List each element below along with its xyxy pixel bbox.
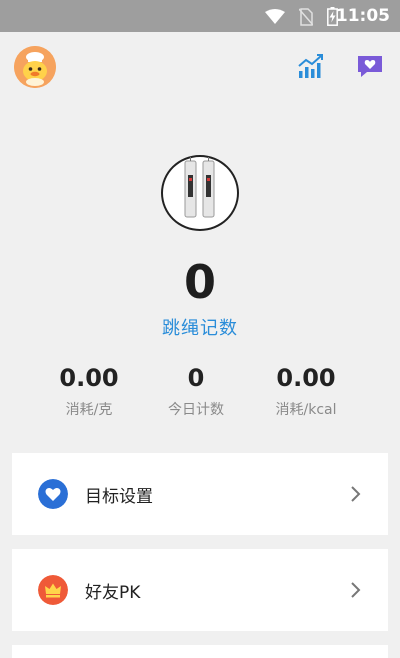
menu-item-goal-settings[interactable]: 目标设置	[12, 453, 388, 535]
menu-item-label: 好友PK	[85, 582, 141, 603]
status-time: 11:05	[335, 6, 390, 26]
crown-icon	[38, 575, 68, 605]
no-sim-icon	[299, 7, 313, 26]
avatar[interactable]	[14, 46, 56, 88]
chart-icon[interactable]	[296, 52, 324, 80]
wifi-icon	[265, 8, 285, 24]
stat-calories-kcal: 0.00 消耗/kcal	[241, 363, 371, 419]
jump-count-label: 跳绳记数	[162, 318, 238, 339]
stat-label: 消耗/kcal	[275, 402, 337, 418]
stat-value: 0.00	[276, 364, 336, 392]
menu-item-partial[interactable]	[12, 645, 388, 658]
menu-item-friend-pk[interactable]: 好友PK	[12, 549, 388, 631]
jump-rope-device-image	[161, 155, 239, 231]
chat-heart-icon[interactable]	[356, 52, 384, 80]
menu-item-label: 目标设置	[85, 486, 153, 507]
chevron-right-icon	[351, 486, 361, 502]
chevron-right-icon	[351, 582, 361, 598]
heart-icon	[38, 479, 68, 509]
status-icons	[265, 7, 338, 26]
jump-count: 0	[183, 255, 216, 309]
status-bar: 11:05	[0, 0, 400, 32]
